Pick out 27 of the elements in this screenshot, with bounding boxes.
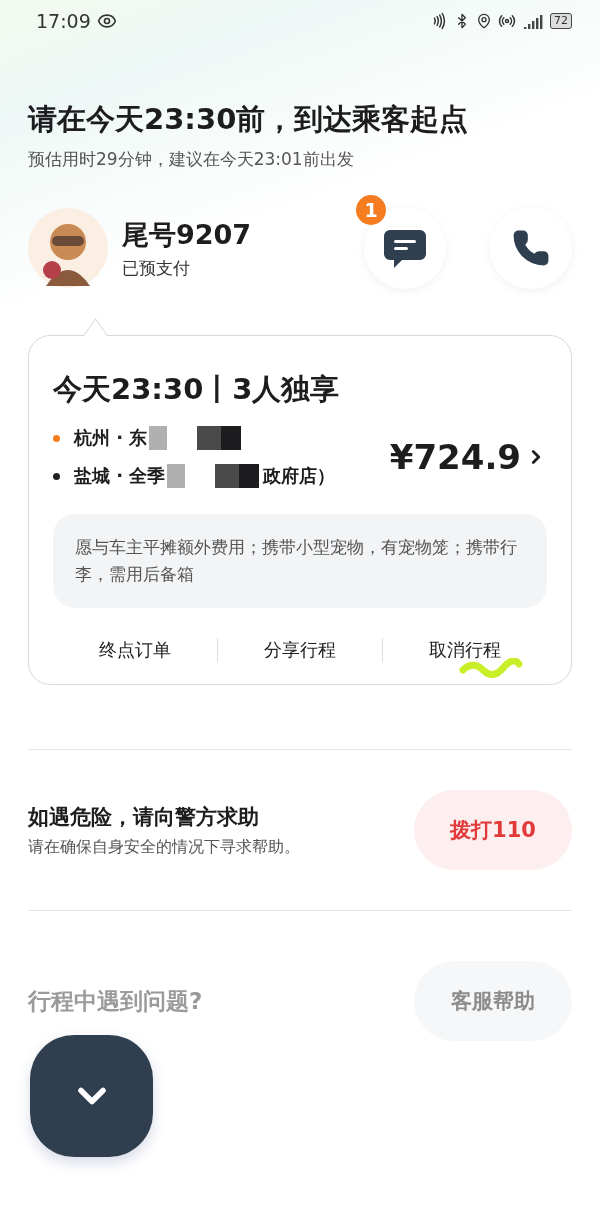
safety-hint: 请在确保自身安全的情况下寻求帮助。 (28, 836, 301, 858)
order-action[interactable]: 终点订单 (53, 638, 217, 662)
battery-level: 72 (550, 13, 572, 29)
collapse-button[interactable] (30, 1035, 153, 1157)
order-action[interactable]: 取消行程 (383, 638, 547, 662)
phone-icon (512, 229, 550, 267)
hotspot-icon (498, 12, 516, 30)
signal-icon (522, 13, 544, 29)
safety-title: 如遇危险，请向警方求助 (28, 803, 260, 831)
price-link[interactable]: ¥724.9 (389, 437, 547, 477)
order-action[interactable]: 分享行程 (218, 638, 382, 662)
arrival-title: 请在今天23:30前，到达乘客起点 (28, 101, 470, 138)
driver-name: 尾号9207 (122, 217, 253, 252)
payment-status: 已预支付 (122, 256, 191, 280)
unread-badge: 1 (356, 195, 386, 225)
status-time: 17:09 (36, 10, 91, 32)
scribble-mark (459, 658, 523, 678)
stop-address: 政府店） (263, 464, 336, 488)
eye-icon (96, 11, 117, 31)
help-title: 行程中遇到问题? (28, 986, 204, 1016)
stop-address: 杭州 · 东 (74, 426, 148, 450)
order-title: 今天23:30丨3人独享 (53, 371, 341, 408)
call-police-button[interactable]: 拨打110 (414, 790, 572, 870)
order-note: 愿与车主平摊额外费用；携带小型宠物，有宠物笼；携带行李，需用后备箱 (53, 514, 547, 608)
departure-hint: 预估用时29分钟，建议在今天23:01前出发 (28, 148, 355, 171)
stop-address: 盐城 · 全季 (74, 464, 166, 488)
location-icon (476, 13, 492, 29)
